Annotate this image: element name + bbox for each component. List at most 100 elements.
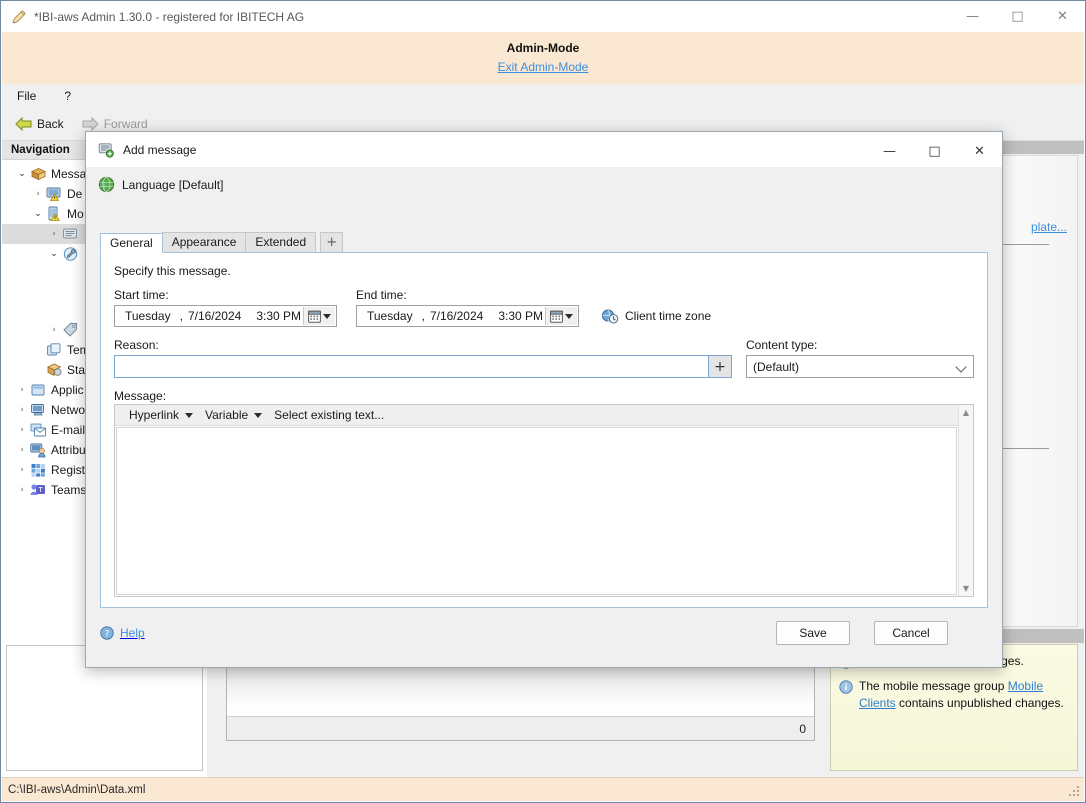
dialog-titlebar: Add message — □ ✕ [86, 132, 1002, 167]
chevron-down-icon[interactable]: ⌄ [46, 244, 62, 264]
mobile-warning-icon [46, 206, 63, 222]
chevron-right-icon[interactable]: › [30, 184, 46, 204]
message-editor: Hyperlink Variable Select existing text.… [114, 404, 974, 597]
chevron-right-icon[interactable]: › [14, 440, 30, 460]
templates-icon [46, 342, 63, 358]
language-selector[interactable]: Language [Default] [86, 167, 1002, 193]
back-arrow-icon [15, 117, 32, 131]
end-time-picker[interactable]: Tuesday , 7/16/2024 3:30 PM [356, 305, 579, 327]
start-time-dropdown-button[interactable] [303, 307, 335, 325]
network-icon [30, 402, 47, 418]
dialog-maximize-button[interactable]: □ [912, 134, 957, 169]
chevron-down-icon [955, 361, 966, 372]
back-button[interactable]: Back [10, 115, 69, 133]
help-icon: ? [100, 626, 114, 640]
svg-text:?: ? [105, 629, 110, 639]
exit-admin-mode-link[interactable]: Exit Admin-Mode [498, 60, 589, 74]
reason-add-button[interactable]: + [708, 355, 732, 378]
tab-extended[interactable]: Extended [245, 232, 316, 252]
dialog-tabstrip: General Appearance Extended + [100, 233, 988, 253]
help-link[interactable]: ? Help [100, 626, 145, 640]
content-type-select[interactable]: (Default) [746, 355, 974, 378]
sidebar-label: Attribu [51, 443, 86, 457]
chevron-down-icon [254, 413, 262, 418]
dialog-title: Add message [123, 143, 196, 157]
desktop-warning-icon [46, 186, 63, 202]
registry-icon [30, 462, 47, 478]
start-time-picker[interactable]: Tuesday , 7/16/2024 3:30 PM [114, 305, 337, 327]
forward-label: Forward [104, 117, 148, 131]
dialog-footer: ? Help Save Cancel [86, 608, 1002, 667]
maximize-button[interactable]: □ [995, 1, 1040, 32]
message-textarea[interactable] [116, 427, 957, 595]
cancel-button[interactable]: Cancel [874, 621, 948, 645]
sidebar-label: Teams [51, 483, 86, 497]
grid-footer: 0 [227, 716, 814, 740]
chevron-down-icon [323, 314, 331, 319]
end-time-day: Tuesday [367, 309, 413, 323]
globe-icon [98, 176, 115, 193]
resize-grip[interactable] [1067, 784, 1081, 798]
variable-dropdown[interactable]: Variable [199, 406, 268, 425]
minimize-button[interactable]: — [950, 1, 995, 32]
dialog-minimize-button[interactable]: — [867, 134, 912, 169]
reason-input[interactable] [114, 355, 709, 378]
chevron-down-icon [565, 314, 573, 319]
grid-row-count: 0 [799, 722, 806, 736]
start-time-comma: , [180, 309, 183, 323]
save-button[interactable]: Save [776, 621, 850, 645]
dialog-body: Language [Default] General Appearance Ex… [86, 167, 1002, 667]
notification-item: The mobile message group Mobile Clients … [839, 678, 1069, 712]
use-template-link[interactable]: plate... [1031, 220, 1067, 234]
chevron-right-icon[interactable]: › [14, 400, 30, 420]
message-scrollbar[interactable]: ▲ ▼ [958, 405, 973, 596]
hyperlink-dropdown[interactable]: Hyperlink [123, 406, 199, 425]
close-button[interactable]: ✕ [1040, 1, 1085, 32]
start-time-value: Tuesday , 7/16/2024 3:30 PM [115, 309, 301, 323]
back-label: Back [37, 117, 64, 131]
scroll-up-arrow-icon[interactable]: ▲ [959, 405, 973, 420]
notification-text: The mobile message group Mobile Clients … [859, 678, 1069, 712]
chevron-right-icon[interactable]: › [14, 380, 30, 400]
add-tab-button[interactable]: + [320, 232, 343, 252]
end-time-date: 7/16/2024 [430, 309, 483, 323]
clock-globe-icon [601, 308, 619, 324]
status-path: C:\IBI-aws\Admin\Data.xml [8, 784, 145, 796]
chevron-right-icon[interactable]: › [14, 480, 30, 500]
chevron-right-icon[interactable]: › [14, 460, 30, 480]
start-time-day: Tuesday [125, 309, 171, 323]
client-time-zone-button[interactable]: Client time zone [601, 308, 711, 324]
tab-general[interactable]: General [100, 233, 163, 253]
window-title: *IBI-aws Admin 1.30.0 - registered for I… [34, 10, 304, 24]
add-message-dialog: Add message — □ ✕ Language [Default] [85, 131, 1003, 668]
end-time-comma: , [422, 309, 425, 323]
tab-appearance[interactable]: Appearance [162, 232, 247, 252]
content-type-group: Content type: (Default) [746, 338, 974, 378]
message-list-icon [62, 226, 79, 242]
package-icon [30, 166, 47, 182]
email-icon [30, 422, 47, 438]
reason-label: Reason: [114, 338, 732, 352]
window-titlebar: *IBI-aws Admin 1.30.0 - registered for I… [1, 1, 1085, 32]
notification-prefix: The mobile message group [859, 679, 1008, 693]
menu-bar: File ? [2, 84, 1084, 108]
chevron-right-icon[interactable]: › [46, 224, 62, 244]
scroll-down-arrow-icon[interactable]: ▼ [959, 581, 973, 596]
add-message-icon [98, 142, 115, 158]
end-time-dropdown-button[interactable] [545, 307, 577, 325]
dialog-close-button[interactable]: ✕ [957, 134, 1002, 169]
chevron-down-icon[interactable]: ⌄ [30, 204, 46, 224]
sidebar-label: Mo [67, 207, 84, 221]
select-existing-text-button[interactable]: Select existing text... [268, 406, 390, 425]
menu-item-file[interactable]: File [14, 87, 39, 105]
end-time-value: Tuesday , 7/16/2024 3:30 PM [357, 309, 543, 323]
help-label: Help [120, 626, 145, 640]
chevron-right-icon[interactable]: › [14, 420, 30, 440]
application-window: *IBI-aws Admin 1.30.0 - registered for I… [0, 0, 1086, 803]
end-time-group: End time: Tuesday , 7/16/2024 3:30 PM [356, 288, 579, 327]
time-row: Start time: Tuesday , 7/16/2024 3:30 PM [114, 288, 974, 327]
chevron-right-icon[interactable]: › [46, 320, 62, 340]
menu-item-help[interactable]: ? [61, 87, 74, 105]
svg-text:T: T [37, 486, 43, 494]
chevron-down-icon[interactable]: ⌄ [14, 164, 30, 184]
